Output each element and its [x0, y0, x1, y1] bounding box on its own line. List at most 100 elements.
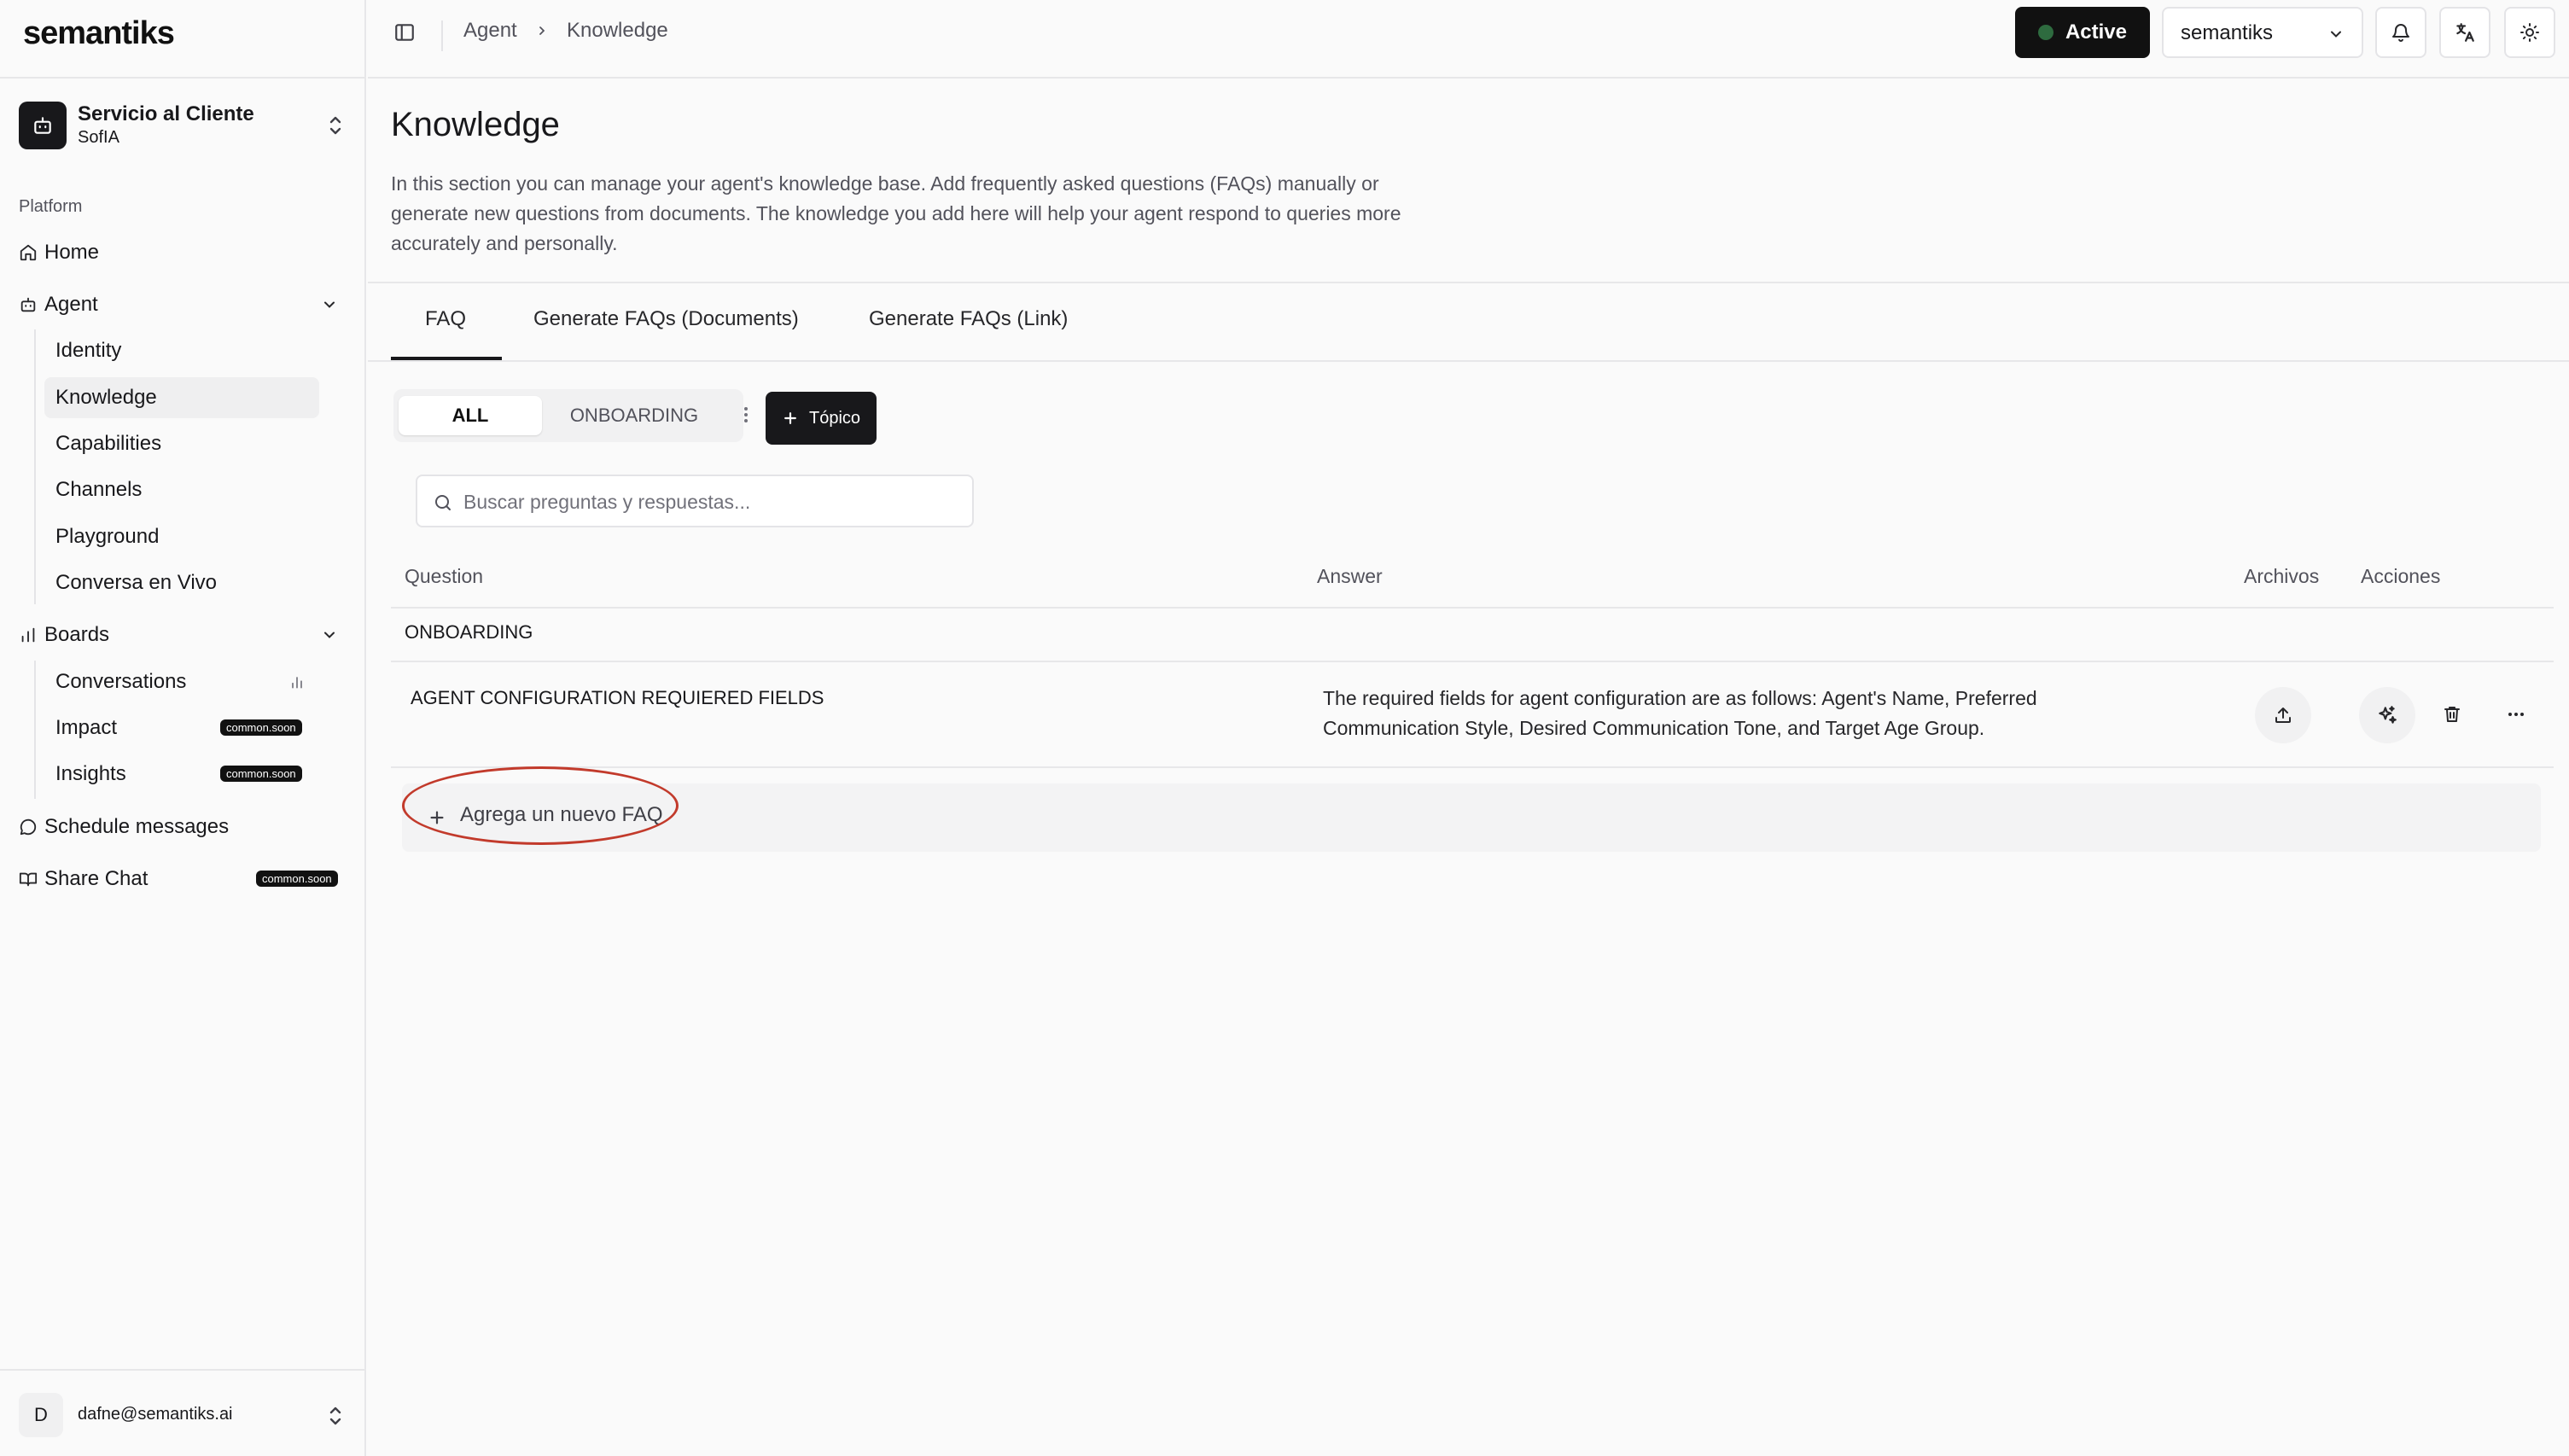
divider: [368, 282, 2569, 283]
divider: [391, 766, 2554, 768]
sidebar-item-playground[interactable]: Playground: [44, 516, 319, 557]
soon-badge: common.soon: [220, 766, 302, 782]
sidebar: semantiks Servicio al Cliente SofIA Plat…: [0, 0, 366, 1456]
search-icon: [433, 492, 453, 513]
tab-faq[interactable]: FAQ: [425, 307, 466, 331]
faq-answer[interactable]: The required fields for agent configurat…: [1323, 684, 2142, 743]
search-input[interactable]: [463, 486, 958, 517]
sidebar-item-label: Conversations: [55, 670, 187, 693]
upload-file-button[interactable]: [2255, 687, 2311, 743]
agent-switcher[interactable]: Servicio al Cliente SofIA: [19, 99, 353, 154]
sidebar-item-home[interactable]: Home: [19, 232, 343, 273]
add-topic-button[interactable]: Tópico: [766, 392, 877, 445]
home-icon: [19, 243, 44, 262]
sidebar-item-label: Boards: [44, 623, 110, 646]
topic-onboarding[interactable]: ONBOARDING: [550, 396, 718, 435]
sidebar-item-conversa-en-vivo[interactable]: Conversa en Vivo: [44, 562, 319, 603]
delete-button[interactable]: [2435, 697, 2469, 731]
divider: [34, 329, 36, 604]
sidebar-item-channels[interactable]: Channels: [44, 469, 319, 510]
chevron-down-icon: [321, 626, 338, 644]
column-header-actions: Acciones: [2361, 565, 2441, 587]
sidebar-item-impact[interactable]: Impact common.soon: [44, 708, 319, 748]
user-email: dafne@semantiks.ai: [78, 1405, 233, 1424]
topic-all[interactable]: ALL: [399, 396, 542, 435]
page-description: In this section you can manage your agen…: [391, 172, 1401, 254]
column-header-question: Question: [405, 565, 484, 587]
sidebar-item-conversations[interactable]: Conversations: [44, 661, 319, 702]
add-topic-label: Tópico: [808, 408, 861, 428]
sidebar-item-insights[interactable]: Insights common.soon: [44, 754, 319, 795]
app-logo[interactable]: semantiks: [23, 15, 175, 52]
add-faq-button[interactable]: Agrega un nuevo FAQ: [402, 783, 2541, 852]
status-label: Active: [2065, 20, 2128, 44]
tab-generate-faqs-link[interactable]: Generate FAQs (Link): [869, 307, 1068, 331]
bar-chart-icon: [288, 673, 306, 690]
chevrons-up-down-icon: [326, 113, 345, 138]
group-label: ONBOARDING: [405, 621, 533, 643]
divider: [391, 607, 2554, 609]
sidebar-toggle-icon[interactable]: [393, 21, 416, 44]
notifications-button[interactable]: [2375, 7, 2426, 58]
column-header-files: Archivos: [2244, 565, 2320, 587]
chevrons-up-down-icon: [326, 1403, 345, 1429]
page-title: Knowledge: [391, 106, 560, 143]
agent-subtitle: SofIA: [78, 128, 119, 147]
user-menu[interactable]: D dafne@semantiks.ai: [19, 1391, 353, 1439]
status-button[interactable]: Active: [2015, 7, 2150, 58]
breadcrumb-agent[interactable]: Agent: [463, 19, 517, 43]
sidebar-item-label: Schedule messages: [44, 815, 230, 838]
sidebar-item-label: Agent: [44, 293, 98, 316]
chevron-right-icon: [535, 24, 549, 38]
sidebar-item-schedule-messages[interactable]: Schedule messages: [19, 807, 343, 847]
sidebar-item-label: Impact: [55, 716, 118, 739]
bell-icon: [2391, 22, 2411, 43]
divider: [391, 661, 2554, 662]
sidebar-item-label: Home: [44, 241, 100, 264]
translate-icon: [2454, 21, 2476, 44]
sun-icon: [2519, 22, 2540, 43]
bar-chart-icon: [19, 626, 44, 644]
sidebar-item-agent[interactable]: Agent: [19, 284, 343, 325]
bot-icon: [19, 102, 67, 149]
chevron-down-icon: [321, 296, 338, 313]
sidebar-item-boards[interactable]: Boards: [19, 614, 343, 655]
sidebar-item-identity[interactable]: Identity: [44, 330, 319, 371]
upload-icon: [2273, 705, 2293, 725]
more-vertical-icon[interactable]: [743, 406, 749, 423]
topic-filter: ALL ONBOARDING: [393, 389, 748, 442]
more-horizontal-icon: [2508, 712, 2525, 717]
bot-icon: [19, 295, 44, 314]
sidebar-item-share-chat[interactable]: Share Chat common.soon: [19, 859, 343, 900]
sidebar-section-label: Platform: [19, 197, 83, 216]
add-faq-label: Agrega un nuevo FAQ: [460, 803, 663, 826]
column-header-answer: Answer: [1317, 565, 1383, 587]
faq-question[interactable]: AGENT CONFIGURATION REQUIERED FIELDS: [411, 687, 824, 709]
org-select-value: semantiks: [2181, 21, 2274, 44]
more-options-button[interactable]: [2499, 697, 2533, 731]
org-select[interactable]: semantiks: [2162, 7, 2363, 58]
sidebar-item-knowledge[interactable]: Knowledge: [44, 377, 319, 418]
divider: [34, 661, 36, 799]
divider: [0, 1369, 366, 1371]
soon-badge: common.soon: [220, 719, 302, 736]
breadcrumb-knowledge: Knowledge: [567, 19, 668, 42]
tab-generate-faqs-documents[interactable]: Generate FAQs (Documents): [533, 307, 799, 331]
search-box: [416, 475, 974, 527]
sparkles-icon: [2376, 704, 2398, 726]
sidebar-item-capabilities[interactable]: Capabilities: [44, 423, 319, 464]
book-open-icon: [19, 870, 44, 888]
avatar: D: [19, 1393, 63, 1437]
plus-icon: [782, 410, 809, 427]
divider: [0, 77, 366, 79]
divider: [441, 20, 443, 51]
status-dot: [2037, 25, 2053, 40]
language-button[interactable]: [2439, 7, 2490, 58]
ai-improve-button[interactable]: [2359, 687, 2415, 743]
sidebar-item-label: Share Chat: [44, 867, 149, 890]
theme-toggle-button[interactable]: [2504, 7, 2555, 58]
plus-icon: [428, 808, 446, 827]
message-circle-icon: [19, 818, 44, 836]
sidebar-item-label: Insights: [55, 762, 126, 785]
agent-name: Servicio al Cliente: [78, 102, 254, 125]
